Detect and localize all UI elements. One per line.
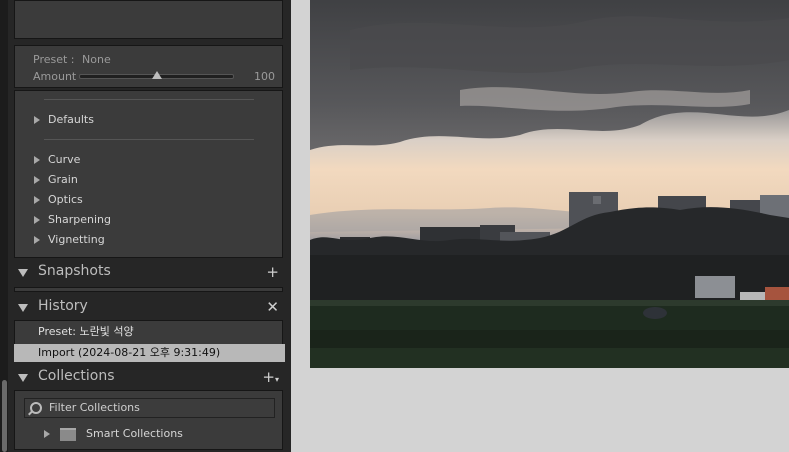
collapse-triangle-icon xyxy=(18,269,28,277)
presets-divider xyxy=(44,99,254,100)
expand-triangle-icon xyxy=(34,196,40,204)
photo-image xyxy=(310,0,789,368)
collection-set-icon xyxy=(60,427,76,441)
plus-icon[interactable]: + xyxy=(266,263,279,281)
collapse-triangle-icon xyxy=(18,374,28,382)
expand-triangle-icon xyxy=(34,156,40,164)
filter-collections-placeholder: Filter Collections xyxy=(49,401,140,414)
snapshots-header[interactable]: Snapshots + xyxy=(10,261,291,285)
preset-folder-label: Vignetting xyxy=(48,233,105,246)
preset-folder-optics[interactable]: Optics xyxy=(34,193,83,206)
expand-triangle-icon xyxy=(44,430,50,438)
preset-folder-label: Optics xyxy=(48,193,83,206)
amount-label: Amount xyxy=(33,70,77,83)
left-panel: Preset : None Amount 100 Defaults Curve … xyxy=(0,0,291,452)
preset-folder-label: Grain xyxy=(48,173,78,186)
expand-triangle-icon xyxy=(34,236,40,244)
preset-row: Preset : None xyxy=(33,53,111,66)
close-icon[interactable]: ✕ xyxy=(266,298,279,316)
navigator-box xyxy=(14,0,283,39)
smart-collections-folder[interactable]: Smart Collections xyxy=(44,427,183,441)
history-header[interactable]: History ✕ xyxy=(10,296,291,320)
collections-header[interactable]: Collections +▾ xyxy=(10,366,291,390)
preset-folder-curve[interactable]: Curve xyxy=(34,153,80,166)
preset-folder-sharpening[interactable]: Sharpening xyxy=(34,213,111,226)
amount-slider-thumb[interactable] xyxy=(151,71,162,79)
preset-value: None xyxy=(82,53,111,66)
preset-folder-defaults[interactable]: Defaults xyxy=(34,113,94,126)
amount-value: 100 xyxy=(254,70,275,83)
expand-triangle-icon xyxy=(34,216,40,224)
history-title: History xyxy=(38,298,88,314)
history-item[interactable]: Preset: 노란빛 석양 xyxy=(14,323,285,341)
snapshots-title: Snapshots xyxy=(38,263,111,279)
photo-preview[interactable] xyxy=(310,0,789,368)
preset-folder-vignetting[interactable]: Vignetting xyxy=(34,233,105,246)
plus-dropdown-icon[interactable]: +▾ xyxy=(262,368,279,386)
panel-scrollbar[interactable] xyxy=(2,380,7,452)
filter-collections-input[interactable]: Filter Collections xyxy=(24,398,275,418)
panel-area: Preset : None Amount 100 Defaults Curve … xyxy=(10,0,291,452)
preset-folder-label: Curve xyxy=(48,153,81,166)
search-icon xyxy=(30,402,42,414)
expand-triangle-icon xyxy=(34,116,40,124)
snapshots-box xyxy=(14,287,283,292)
collections-title: Collections xyxy=(38,368,115,384)
expand-triangle-icon xyxy=(34,176,40,184)
preset-folder-label: Sharpening xyxy=(48,213,111,226)
history-item-selected[interactable]: Import (2024-08-21 오후 9:31:49) xyxy=(14,344,285,362)
presets-divider xyxy=(44,139,254,140)
smart-collections-label: Smart Collections xyxy=(86,427,183,440)
preset-amount-box: Preset : None Amount xyxy=(14,45,283,88)
preset-folder-label: Defaults xyxy=(48,113,94,126)
preset-folder-grain[interactable]: Grain xyxy=(34,173,78,186)
collapse-triangle-icon xyxy=(18,304,28,312)
preset-label: Preset : xyxy=(33,53,75,66)
